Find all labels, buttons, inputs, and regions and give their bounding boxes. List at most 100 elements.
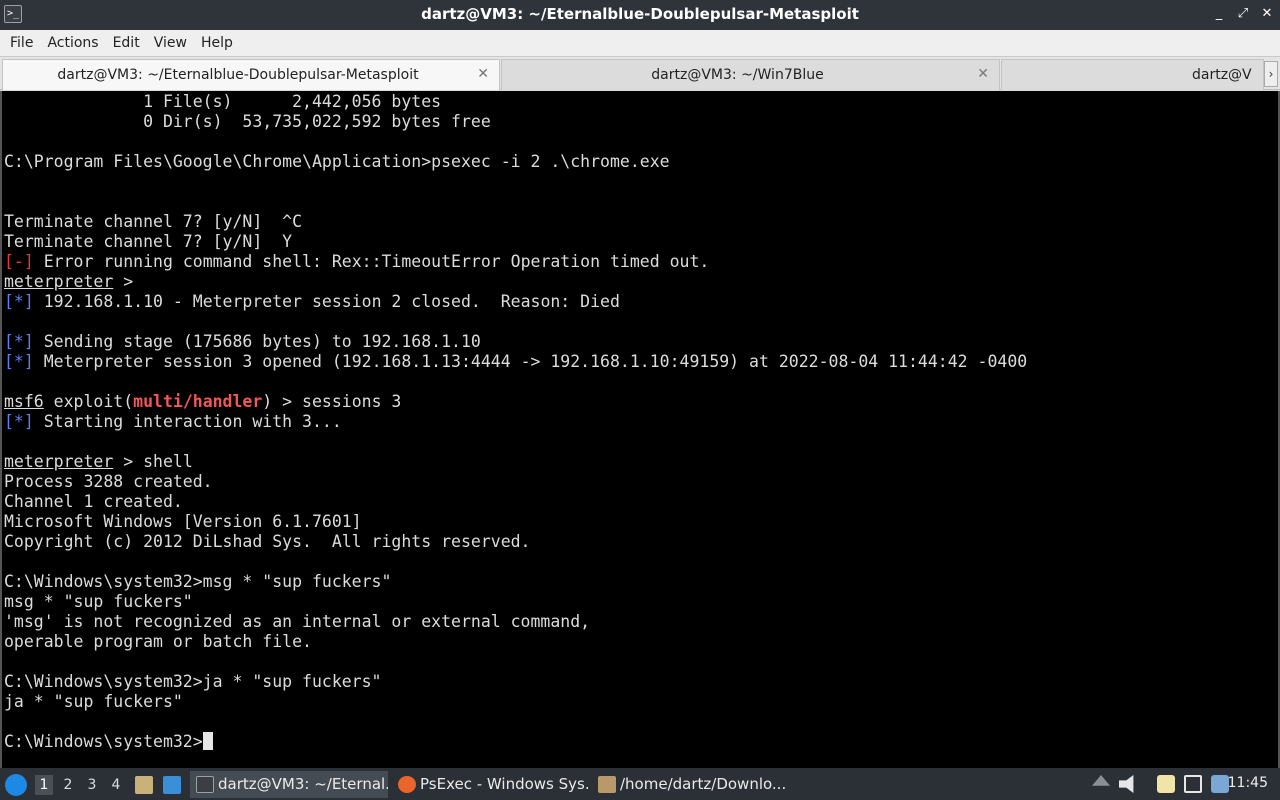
- terminal-line: Microsoft Windows [Version 6.1.7601]: [4, 512, 1027, 532]
- terminal-line: Terminate channel 7? [y/N] ^C: [4, 212, 1027, 232]
- tab-third[interactable]: dartz@V: [1001, 59, 1264, 90]
- tab-close-icon[interactable]: ✕: [477, 66, 489, 82]
- terminal-line: meterpreter > shell: [4, 452, 1027, 472]
- terminal-text: ) > sessions 3: [262, 392, 402, 411]
- terminal-text: Starting interaction with 3...: [33, 412, 342, 431]
- workspace-2[interactable]: 2: [59, 775, 77, 795]
- terminal-line: Terminate channel 7? [y/N] Y: [4, 232, 1027, 252]
- terminal-output[interactable]: 1 File(s) 2,442,056 bytes 0 Dir(s) 53,73…: [0, 91, 1280, 768]
- start-menu-icon[interactable]: [5, 774, 27, 796]
- terminal-line: 'msg' is not recognized as an internal o…: [4, 612, 1027, 632]
- menu-edit[interactable]: Edit: [107, 30, 148, 56]
- terminal-text: Meterpreter session 3 opened (192.168.1.…: [33, 352, 1028, 371]
- terminal-text: meterpreter: [4, 452, 114, 471]
- terminal-text: exploit(: [43, 392, 134, 411]
- terminal-line: msg * "sup fuckers": [4, 592, 1027, 612]
- terminal-line: C:\Windows\system32>ja * "sup fuckers": [4, 672, 1027, 692]
- terminal-line: 0 Dir(s) 53,735,022,592 bytes free: [4, 112, 1027, 132]
- task-terminal[interactable]: dartz@VM3: ~/Eternal...: [190, 771, 388, 798]
- terminal-text: Microsoft Windows [Version 6.1.7601]: [4, 512, 362, 531]
- task-label: PsExec - Windows Sys...: [420, 775, 590, 793]
- workspace-4[interactable]: 4: [107, 775, 125, 795]
- task-label: /home/dartz/Downlo...: [620, 775, 787, 793]
- terminal-text: 'msg' is not recognized as an internal o…: [4, 612, 591, 631]
- terminal-line: [*] Meterpreter session 3 opened (192.16…: [4, 352, 1027, 372]
- minimize-button[interactable]: _: [1212, 6, 1226, 21]
- clock[interactable]: 11:45: [1228, 775, 1268, 791]
- window-titlebar[interactable]: >_ dartz@VM3: ~/Eternalblue-Doublepulsar…: [0, 0, 1280, 30]
- workspace-1[interactable]: 1: [35, 775, 53, 795]
- terminal-text: Channel 1 created.: [4, 492, 183, 511]
- task-firefox[interactable]: PsExec - Windows Sys...: [392, 771, 590, 798]
- terminal-line: ja * "sup fuckers": [4, 692, 1027, 712]
- clipboard-icon[interactable]: [1157, 775, 1175, 793]
- tray-up-arrow-icon[interactable]: [1092, 775, 1110, 786]
- terminal-text: [*]: [4, 332, 34, 351]
- task-archive[interactable]: /home/dartz/Downlo...: [592, 771, 790, 798]
- terminal-text: [*]: [4, 352, 34, 371]
- network-icon[interactable]: [1184, 775, 1202, 793]
- menu-file[interactable]: File: [4, 30, 41, 56]
- terminal-text: ja * "sup fuckers": [4, 692, 183, 711]
- terminal-text: [*]: [4, 292, 34, 311]
- workspace-3[interactable]: 3: [83, 775, 101, 795]
- terminal-text: > shell: [113, 452, 193, 471]
- tab-win7blue[interactable]: dartz@VM3: ~/Win7Blue ✕: [501, 59, 1000, 90]
- task-label: dartz@VM3: ~/Eternal...: [218, 775, 388, 793]
- terminal-text: 192.168.1.10 - Meterpreter session 2 clo…: [33, 292, 620, 311]
- window-title: dartz@VM3: ~/Eternalblue-Doublepulsar-Me…: [421, 5, 859, 23]
- terminal-line: C:\Program Files\Google\Chrome\Applicati…: [4, 152, 1027, 172]
- terminal-line: Channel 1 created.: [4, 492, 1027, 512]
- terminal-line: C:\Windows\system32>msg * "sup fuckers": [4, 572, 1027, 592]
- terminal-text: C:\Windows\system32>msg * "sup fuckers": [4, 572, 392, 591]
- terminal-text: >: [113, 272, 134, 291]
- file-manager-icon[interactable]: [135, 776, 153, 794]
- terminal-line: meterpreter >: [4, 272, 1027, 292]
- terminal-line: operable program or batch file.: [4, 632, 1027, 652]
- tab-label: dartz@VM3: ~/Eternalblue-Doublepulsar-Me…: [57, 67, 419, 83]
- tab-scroll-right-button[interactable]: ›: [1264, 61, 1278, 87]
- firefox-icon: [398, 776, 416, 793]
- terminal-line: msf6 exploit(multi/handler) > sessions 3: [4, 392, 1027, 412]
- terminal-line: C:\Windows\system32>: [4, 732, 1027, 752]
- menu-actions[interactable]: Actions: [41, 30, 106, 56]
- window-controls: _ ⤢ ✕: [1212, 6, 1274, 21]
- terminal-cursor: [202, 732, 213, 750]
- maximize-button[interactable]: ⤢: [1236, 6, 1250, 21]
- terminal-text: multi/handler: [133, 392, 263, 411]
- tab-close-icon[interactable]: ✕: [977, 66, 989, 82]
- menu-view[interactable]: View: [148, 30, 195, 56]
- tab-eternalblue[interactable]: dartz@VM3: ~/Eternalblue-Doublepulsar-Me…: [2, 59, 500, 90]
- terminal-text: Sending stage (175686 bytes) to 192.168.…: [33, 332, 481, 351]
- terminal-line: [*] Sending stage (175686 bytes) to 192.…: [4, 332, 1027, 352]
- menu-help[interactable]: Help: [195, 30, 241, 56]
- terminal-text: [-]: [4, 252, 34, 271]
- terminal-line: Copyright (c) 2012 DiLshad Sys. All righ…: [4, 532, 1027, 552]
- archive-icon: [598, 776, 616, 793]
- terminal-lines: 1 File(s) 2,442,056 bytes 0 Dir(s) 53,73…: [4, 92, 1027, 752]
- volume-icon[interactable]: [1119, 775, 1134, 793]
- taskbar: 1 2 3 4 dartz@VM3: ~/Eternal... PsExec -…: [0, 768, 1280, 800]
- terminal-text: [*]: [4, 412, 34, 431]
- close-button[interactable]: ✕: [1260, 6, 1274, 21]
- terminal-icon: [196, 776, 214, 793]
- update-notifier-icon[interactable]: [1211, 775, 1229, 793]
- terminal-line: [-] Error running command shell: Rex::Ti…: [4, 252, 1027, 272]
- terminal-text: C:\Windows\system32>: [4, 732, 203, 751]
- terminal-text: Process 3288 created.: [4, 472, 213, 491]
- terminal-text: msf6: [4, 392, 44, 411]
- terminal-line: [*] 192.168.1.10 - Meterpreter session 2…: [4, 292, 1027, 312]
- show-desktop-icon[interactable]: [163, 776, 181, 794]
- terminal-text: msg * "sup fuckers": [4, 592, 193, 611]
- terminal-text: Copyright (c) 2012 DiLshad Sys. All righ…: [4, 532, 531, 551]
- tab-label: dartz@VM3: ~/Win7Blue: [651, 67, 824, 83]
- terminal-text: Terminate channel 7? [y/N] Y: [4, 232, 293, 251]
- terminal-text: 0 Dir(s) 53,735,022,592 bytes free: [4, 112, 491, 131]
- terminal-line: 1 File(s) 2,442,056 bytes: [4, 92, 1027, 112]
